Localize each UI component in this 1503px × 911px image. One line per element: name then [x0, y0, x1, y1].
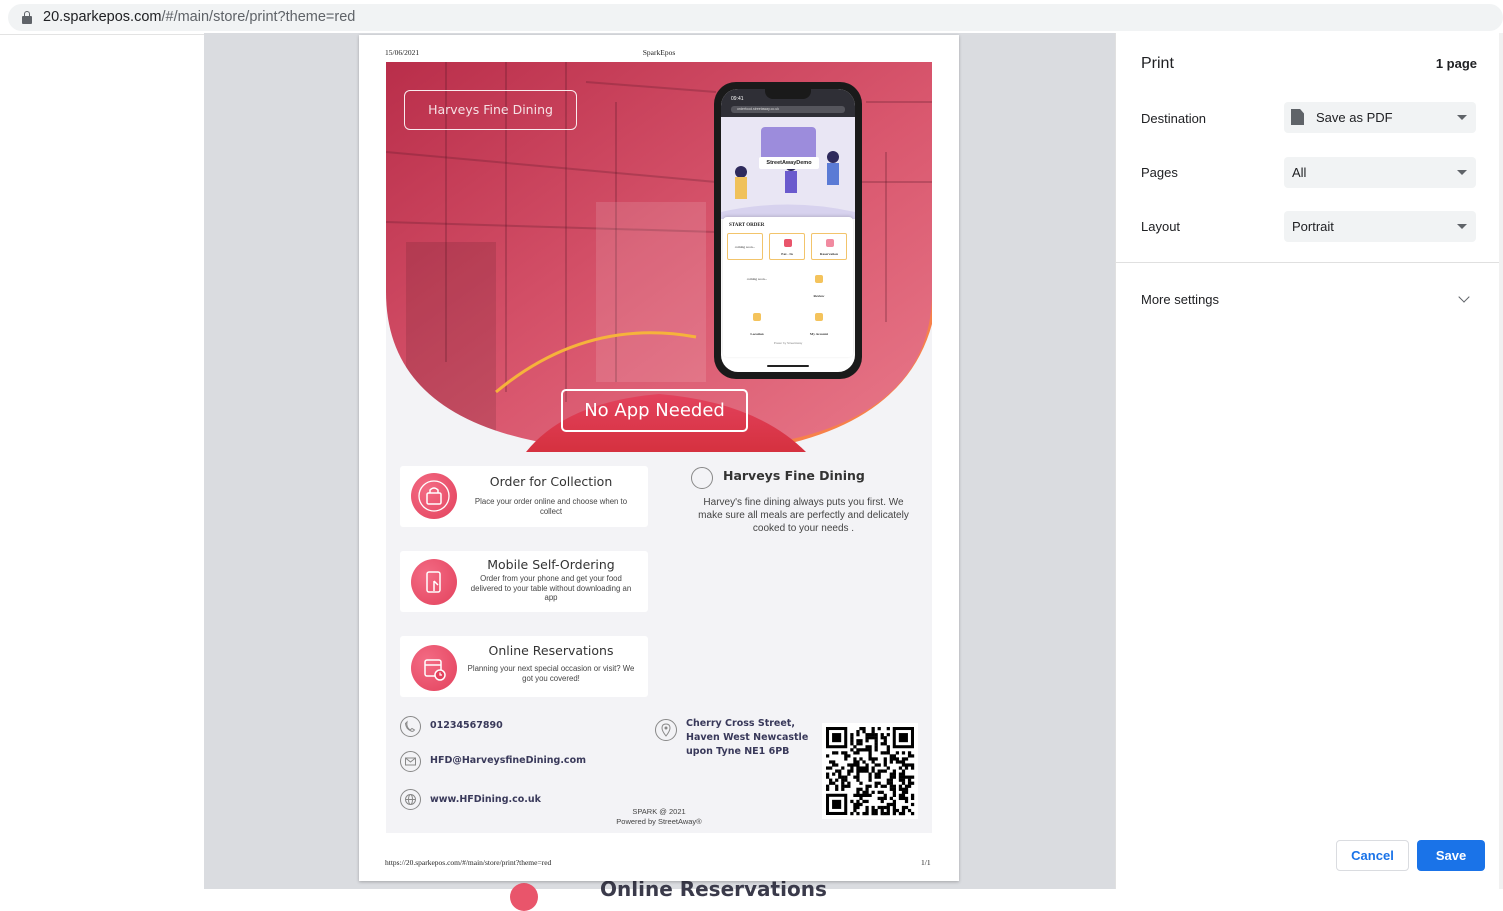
pages-select[interactable]: All — [1284, 157, 1476, 188]
feature-desc: Order from your phone and get your food … — [470, 574, 632, 602]
account-icon — [815, 313, 823, 321]
brand-box: Harveys Fine Dining — [404, 90, 577, 130]
phone-tap-icon — [411, 559, 457, 605]
preview-page: 15/06/2021 SparkEpos Harveys Fine Dining… — [359, 35, 959, 881]
phone-illustration: StreetAwayDemo — [721, 117, 855, 219]
divider — [1116, 262, 1503, 263]
phone-powered: Power by StreetAway — [773, 341, 803, 345]
page-footer-url: https://20.sparkepos.com/#/main/store/pr… — [385, 858, 552, 867]
restaurant-description: Harvey's fine dining always puts you fir… — [698, 497, 909, 534]
chevron-down-icon[interactable] — [1458, 291, 1470, 303]
location-icon — [753, 313, 761, 321]
phone-store-label: StreetAwayDemo — [759, 157, 819, 169]
destination-select[interactable]: Save as PDF — [1284, 102, 1476, 133]
phone-home-bar — [767, 365, 809, 367]
page-count: 1 page — [1435, 56, 1477, 71]
print-settings-panel: Print 1 page Destination Save as PDF Pag… — [1115, 33, 1503, 889]
phone-grid-cell: coming soon... — [746, 277, 768, 281]
print-title: Print — [1141, 55, 1174, 72]
mail-icon — [400, 751, 421, 772]
feature-card-self-ordering: Mobile Self-Ordering Order from your pho… — [400, 551, 648, 612]
page-header-title: SparkEpos — [642, 48, 676, 57]
feature-title: Online Reservations — [488, 643, 614, 658]
phone-screen: 09:41 orderfood.streetaway.co.uk StreetA… — [721, 89, 855, 372]
flyer: Harveys Fine Dining 09:41 orderfood.stre… — [386, 62, 932, 833]
no-app-banner: No App Needed — [561, 389, 748, 432]
dropdown-arrow-icon — [1457, 115, 1467, 120]
url-text[interactable]: 20.sparkepos.com/#/main/store/print?them… — [43, 9, 355, 25]
restaurant-name: Harveys Fine Dining — [723, 468, 865, 483]
feature-desc: Place your order online and choose when … — [474, 497, 628, 516]
reservation-icon — [826, 239, 834, 247]
feature-title: Order for Collection — [489, 474, 613, 489]
feature-title: Mobile Self-Ordering — [487, 557, 615, 572]
shopping-bag-icon — [411, 473, 457, 519]
more-settings-toggle[interactable]: More settings — [1141, 292, 1219, 307]
phone-grid-cell: My Account — [789, 305, 849, 341]
flyer-footer: SPARK @ 2021 Powered by StreetAway® — [616, 807, 702, 826]
calendar-clock-icon — [411, 645, 457, 691]
document-icon — [1291, 109, 1304, 125]
restaurant-icon — [691, 467, 713, 489]
layout-label: Layout — [1141, 219, 1181, 234]
phone-address: orderfood.streetaway.co.uk — [731, 106, 845, 113]
address: Cherry Cross Street, Haven West Newcastl… — [686, 718, 809, 757]
phone-icon — [400, 716, 421, 737]
phone-tile: Eat - In — [769, 233, 805, 260]
review-icon — [815, 275, 823, 283]
location-pin-icon — [655, 719, 677, 741]
phone-tile: Reservation — [811, 233, 847, 260]
phone-order-card: START ORDER coming soon... Eat - In Rese… — [723, 217, 853, 357]
page-footer-count: 1/1 — [921, 858, 931, 867]
browser-toolbar: 20.sparkepos.com/#/main/store/print?them… — [0, 0, 1503, 35]
dropdown-arrow-icon — [1457, 170, 1467, 175]
qr-code — [822, 723, 918, 819]
destination-label: Destination — [1141, 111, 1207, 126]
phone-mockup: 09:41 orderfood.streetaway.co.uk StreetA… — [714, 82, 862, 379]
cancel-button[interactable]: Cancel — [1336, 840, 1409, 871]
save-button[interactable]: Save — [1417, 840, 1485, 871]
layout-select[interactable]: Portrait — [1284, 211, 1476, 242]
eat-in-icon — [784, 239, 792, 247]
feature-card-collection: Order for Collection Place your order on… — [400, 466, 648, 527]
phone-start-order: START ORDER — [729, 223, 765, 228]
phone-grid-cell: Review — [789, 267, 849, 303]
feature-card-reservations: Online Reservations Planning your next s… — [400, 636, 648, 697]
phone-time: 09:41 — [731, 96, 744, 102]
feature-desc: Planning your next special occasion or v… — [467, 664, 635, 683]
lock-icon[interactable] — [22, 11, 32, 24]
panel-scrollbar[interactable] — [1499, 33, 1503, 889]
background-page-icon — [510, 883, 538, 911]
dropdown-arrow-icon — [1457, 224, 1467, 229]
address-bar[interactable]: 20.sparkepos.com/#/main/store/print?them… — [8, 4, 1503, 31]
pages-label: Pages — [1141, 165, 1178, 180]
phone-notch — [765, 89, 811, 99]
phone-grid-cell: Location — [727, 305, 787, 341]
phone-tile: coming soon... — [727, 233, 763, 260]
globe-icon — [400, 789, 421, 810]
